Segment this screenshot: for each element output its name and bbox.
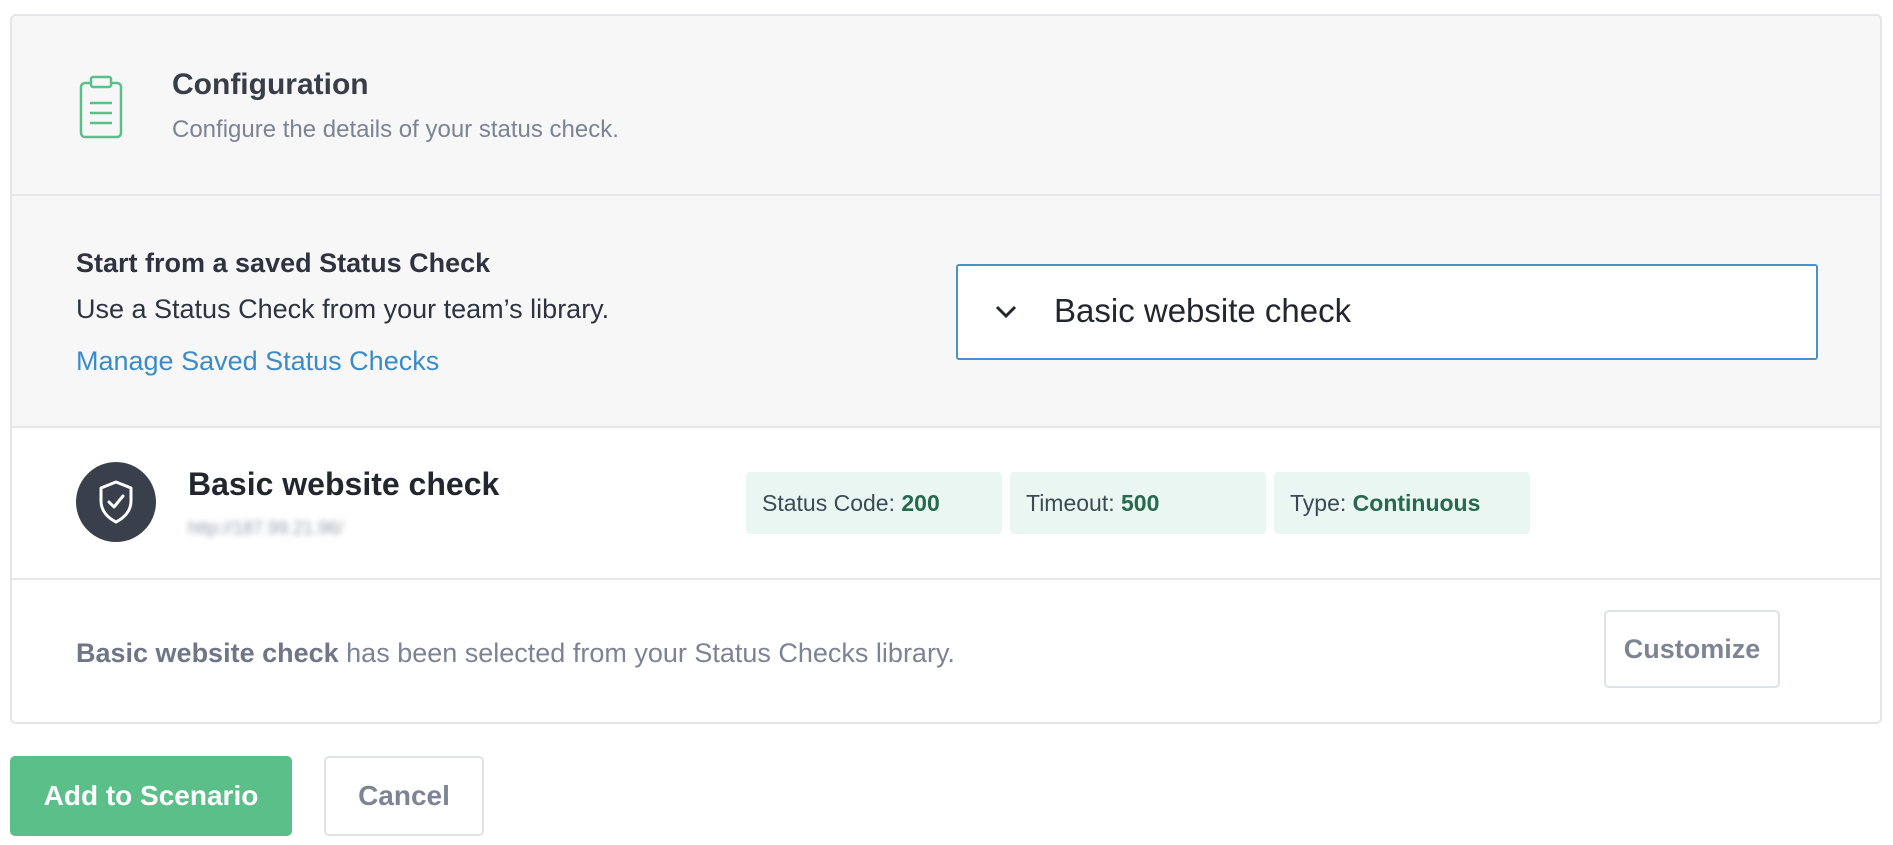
- section-title: Configuration: [172, 68, 369, 101]
- type-pill: Type: Continuous: [1274, 472, 1530, 534]
- pill-value: 500: [1121, 490, 1160, 516]
- pill-value: Continuous: [1352, 490, 1481, 516]
- saved-check-section: Start from a saved Status Check Use a St…: [12, 196, 1880, 428]
- pill-label: Timeout:: [1026, 490, 1122, 516]
- manage-saved-checks-link[interactable]: Manage Saved Status Checks: [76, 346, 439, 377]
- saved-check-select[interactable]: Basic website check: [956, 264, 1818, 360]
- cancel-button[interactable]: Cancel: [324, 756, 484, 836]
- selection-note: Basic website check has been selected fr…: [76, 638, 955, 669]
- check-avatar: [76, 462, 156, 542]
- selection-note-name: Basic website check: [76, 638, 339, 668]
- select-value: Basic website check: [1054, 292, 1352, 329]
- timeout-pill: Timeout: 500: [1010, 472, 1266, 534]
- pill-label: Status Code:: [762, 490, 902, 516]
- check-url: http://187.99.21.96/: [188, 518, 344, 538]
- customize-button[interactable]: Customize: [1604, 610, 1780, 688]
- check-name: Basic website check: [188, 466, 500, 502]
- configuration-card: Configuration Configure the details of y…: [10, 14, 1882, 724]
- saved-check-description: Use a Status Check from your team’s libr…: [76, 294, 610, 324]
- section-subtitle: Configure the details of your status che…: [172, 116, 619, 143]
- selection-note-section: Basic website check has been selected fr…: [12, 580, 1880, 722]
- clipboard-icon: [78, 73, 124, 141]
- add-to-scenario-button[interactable]: Add to Scenario: [10, 756, 292, 836]
- saved-check-heading: Start from a saved Status Check: [76, 248, 491, 278]
- selected-check-summary: Basic website check http://187.99.21.96/…: [12, 428, 1880, 580]
- pill-label: Type:: [1290, 490, 1353, 516]
- pill-value: 200: [901, 490, 940, 516]
- shield-check-icon: [99, 480, 133, 524]
- configuration-header: Configuration Configure the details of y…: [12, 16, 1880, 196]
- selection-note-text: has been selected from your Status Check…: [338, 638, 955, 668]
- chevron-down-icon: [994, 300, 1018, 324]
- status-code-pill: Status Code: 200: [746, 472, 1002, 534]
